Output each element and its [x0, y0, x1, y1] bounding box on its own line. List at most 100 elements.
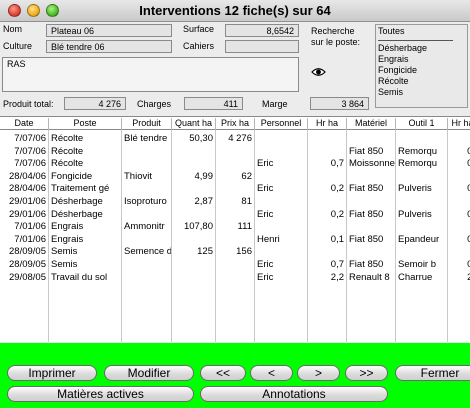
- next-record-button[interactable]: >: [297, 365, 340, 381]
- table-cell: 0,: [448, 234, 470, 246]
- table-cell: 28/04/06: [9, 183, 46, 195]
- column-header[interactable]: Poste: [49, 118, 122, 130]
- poste-filter-item[interactable]: Engrais: [378, 54, 465, 65]
- table-cell: 156: [236, 246, 252, 258]
- table-cell: 0,1: [330, 233, 344, 245]
- nom-field[interactable]: Plateau 06: [46, 24, 172, 37]
- column-header[interactable]: Personnel: [255, 118, 308, 130]
- eye-icon[interactable]: [311, 67, 326, 77]
- table-row[interactable]: 7/07/06 Récolte Eric 0,7 MoissonneRemorqu 0,: [0, 158, 470, 170]
- surface-label: Surface: [183, 24, 215, 34]
- table-cell: 0,7: [330, 158, 344, 170]
- column-header[interactable]: Matériel: [347, 118, 396, 130]
- first-record-button[interactable]: <<: [200, 365, 246, 381]
- table-cell: Epandeur: [398, 233, 440, 245]
- table-row[interactable]: 28/09/05 Semis Eric 0,7 Fiat 850 Semoir b 0,: [0, 259, 470, 271]
- table-cell: 7/07/06: [14, 145, 46, 157]
- table-cell: 81: [241, 196, 252, 207]
- table-cell: 0,: [448, 146, 470, 158]
- column-header[interactable]: Produit: [122, 118, 172, 130]
- table-row[interactable]: 7/01/06 Engrais Ammonitr 107,80 111: [0, 221, 470, 233]
- poste-filter-item[interactable]: Récolte: [378, 76, 465, 87]
- table-cell: Désherbage: [51, 196, 103, 207]
- table-cell: 4 276: [228, 133, 252, 144]
- table-cell: Désherbage: [51, 208, 103, 220]
- modifier-button[interactable]: Modifier: [104, 365, 194, 381]
- title-bar: Interventions 12 fiche(s) sur 64: [0, 0, 470, 22]
- table-cell: 28/04/06: [9, 170, 46, 182]
- column-header[interactable]: Hr ha: [308, 118, 347, 130]
- table-cell: Henri: [257, 233, 280, 245]
- table-cell: Travail du sol: [51, 271, 108, 283]
- table-cell: 7/07/06: [14, 158, 46, 170]
- table-cell: 111: [237, 221, 252, 233]
- table-cell: Engrais: [51, 221, 84, 233]
- column-header[interactable]: Date: [0, 118, 49, 130]
- table-cell: Pulveris: [398, 183, 432, 195]
- table-cell: Eric: [257, 259, 274, 270]
- window-title: Interventions 12 fiche(s) sur 64: [139, 3, 331, 18]
- charges-value: 411: [184, 97, 243, 110]
- cahiers-field[interactable]: [225, 40, 299, 53]
- table-cell: Eric: [257, 208, 274, 220]
- table-cell: 107,80: [183, 221, 213, 233]
- poste-filter-selected[interactable]: Toutes: [378, 26, 465, 37]
- table-row[interactable]: 29/01/06 Désherbage Eric 0,2 Fiat 850 Pulveri…: [0, 209, 470, 221]
- notes-textarea[interactable]: RAS: [2, 57, 299, 92]
- table-row[interactable]: 29/01/06 Désherbage Isoproturo 2,87 81: [0, 196, 470, 208]
- table-row[interactable]: 7/07/06 Récolte Fiat 850 Remorqu 0,: [0, 146, 470, 158]
- poste-filter-item[interactable]: Semis: [378, 87, 465, 98]
- table-header: Date Poste Produit Quant ha Prix ha Personnel…: [0, 117, 470, 130]
- recherche-label: Recherche: [311, 26, 355, 36]
- culture-field[interactable]: Blé tendre 06: [46, 40, 172, 53]
- table-cell: 125: [197, 246, 213, 258]
- table-cell: 7/07/06: [14, 133, 46, 144]
- table-cell: 0,2: [330, 183, 344, 195]
- table-cell: Blé tendre: [124, 133, 168, 144]
- table-cell: Fiat 850: [349, 233, 384, 245]
- table-cell: Moissonne: [349, 158, 395, 170]
- table-cell: 29/08/05: [9, 271, 46, 283]
- table-cell: 0,: [448, 259, 470, 271]
- nom-label: Nom: [3, 24, 23, 34]
- table-cell: Semence d: [124, 246, 171, 258]
- matieres-actives-button[interactable]: Matières actives: [7, 386, 194, 402]
- table-cell: Traitement gé: [51, 183, 110, 195]
- table-cell: 62: [241, 170, 252, 182]
- table-cell: Remorqu: [398, 145, 438, 157]
- poste-filter-list[interactable]: Toutes Désherbage Engrais Fongicide Réco…: [375, 24, 468, 108]
- table-cell: Fongicide: [51, 170, 93, 182]
- table-cell: 0,: [448, 209, 470, 221]
- marge-value: 3 864: [310, 97, 369, 110]
- column-header[interactable]: Quant ha: [172, 118, 216, 130]
- annotations-button[interactable]: Annotations: [200, 386, 388, 402]
- table-row[interactable]: 7/07/06 Récolte Blé tendre 50,30 4 276: [0, 133, 470, 145]
- interventions-table[interactable]: Date Poste Produit Quant ha Prix ha Personnel…: [0, 116, 470, 342]
- table-cell: 2,: [448, 272, 470, 284]
- table-cell: 0,2: [330, 208, 344, 220]
- previous-record-button[interactable]: <: [250, 365, 293, 381]
- charges-label: Charges: [137, 99, 172, 109]
- column-header[interactable]: Hr ha: [448, 118, 470, 130]
- surface-field[interactable]: 8,6542: [225, 24, 299, 37]
- table-row[interactable]: 29/08/05 Travail du sol Eric 2,2 Renault 8 Ch…: [0, 272, 470, 284]
- table-row[interactable]: 7/01/06 Engrais Henri 0,1 Fiat 850 Epandeur 0,: [0, 234, 470, 246]
- table-cell: 28/09/05: [9, 246, 46, 258]
- poste-filter-item[interactable]: Désherbage: [378, 43, 465, 54]
- last-record-button[interactable]: >>: [345, 365, 388, 381]
- fermer-button[interactable]: Fermer: [395, 365, 470, 381]
- table-row[interactable]: 28/04/06 Fongicide Thiovit 4,99 62: [0, 171, 470, 183]
- column-header[interactable]: Outil 1: [396, 118, 448, 130]
- poste-filter-item[interactable]: Fongicide: [378, 65, 465, 76]
- table-cell: 7/01/06: [14, 233, 46, 245]
- produit-total-label: Produit total:: [3, 99, 54, 109]
- table-row[interactable]: 28/09/05 Semis Semence d 125 156: [0, 246, 470, 258]
- table-cell: 2,87: [194, 196, 214, 207]
- column-header[interactable]: Prix ha: [216, 118, 255, 130]
- table-row[interactable]: 28/04/06 Traitement gé Eric 0,2 Fiat 850 Pulv…: [0, 183, 470, 195]
- table-cell: Fiat 850: [349, 183, 384, 195]
- table-cell: Eric: [257, 158, 274, 170]
- table-cell: Remorqu: [398, 158, 438, 170]
- imprimer-button[interactable]: Imprimer: [7, 365, 97, 381]
- list-divider: [378, 40, 453, 41]
